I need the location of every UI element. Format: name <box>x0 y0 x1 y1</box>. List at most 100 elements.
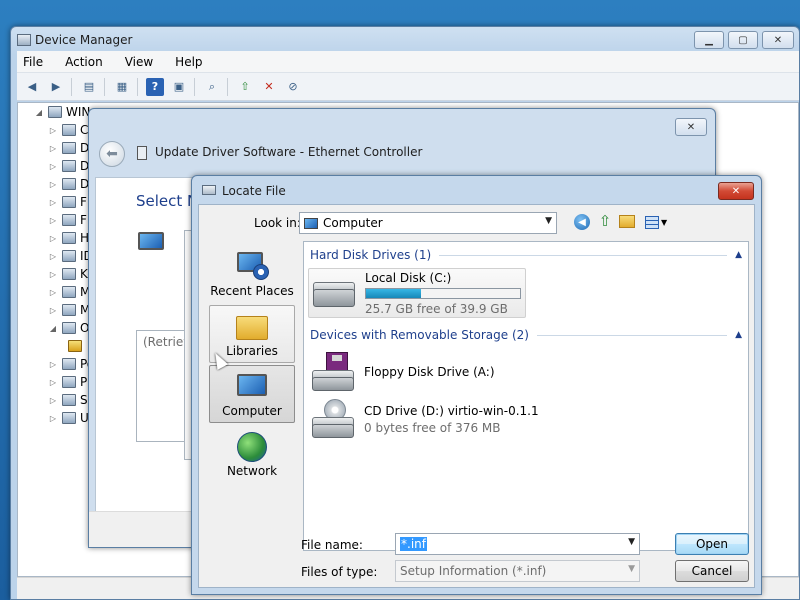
place-label: Recent Places <box>210 284 294 298</box>
expand-icon[interactable]: ▷ <box>48 162 58 171</box>
expand-icon[interactable]: ▷ <box>48 306 58 315</box>
new-folder-icon[interactable] <box>619 215 635 228</box>
tree-item[interactable]: ▷ Fl <box>48 193 90 211</box>
drive-local-disk-c[interactable]: Local Disk (C:) 25.7 GB free of 39.9 GB <box>308 268 526 318</box>
collapse-icon[interactable]: ◢ <box>48 324 58 333</box>
expand-icon[interactable]: ▷ <box>48 198 58 207</box>
drive-free-space: 0 bytes free of 376 MB <box>364 420 501 435</box>
expand-icon[interactable]: ▷ <box>48 126 58 135</box>
properties-icon[interactable]: ▦ <box>113 78 131 96</box>
file-list-pane[interactable]: Hard Disk Drives (1) ▲ Local Disk (C:) 2… <box>303 241 749 551</box>
place-label: Network <box>226 464 278 478</box>
expand-icon[interactable]: ▷ <box>48 234 58 243</box>
look-in-combo[interactable]: Computer ▼ <box>299 212 557 234</box>
forward-arrow-icon[interactable]: ▶ <box>47 78 65 96</box>
menu-bar: File Action View Help <box>17 51 799 73</box>
expand-icon[interactable]: ▷ <box>48 252 58 261</box>
look-in-value: Computer <box>323 216 383 230</box>
place-recent-places[interactable]: Recent Places <box>209 245 295 303</box>
tree-item[interactable]: ▷ ID <box>48 247 93 265</box>
file-name-value: *.inf <box>400 537 427 551</box>
chevron-down-icon: ▼ <box>545 216 552 226</box>
tree-item[interactable]: ▷ Di <box>48 139 93 157</box>
expand-icon[interactable]: ▷ <box>48 288 58 297</box>
cancel-button[interactable]: Cancel <box>675 560 749 582</box>
chevron-up-icon[interactable]: ▲ <box>735 330 742 340</box>
wizard-title: Update Driver Software - Ethernet Contro… <box>155 145 423 159</box>
expand-icon[interactable]: ▷ <box>48 414 58 423</box>
expand-icon[interactable]: ▷ <box>48 378 58 387</box>
unknown-device-warning-icon <box>68 340 82 352</box>
show-hide-console-tree-icon[interactable]: ▤ <box>80 78 98 96</box>
group-header-label: Hard Disk Drives (1) <box>310 248 432 262</box>
device-icon <box>62 124 76 136</box>
menu-view[interactable]: View <box>125 55 153 69</box>
toolbar-separator <box>137 77 138 96</box>
minimize-button[interactable]: ▁ <box>694 31 724 49</box>
locate-file-title: Locate File <box>222 184 286 198</box>
chevron-up-icon[interactable]: ▲ <box>735 250 742 260</box>
file-name-input[interactable]: *.inf ▼ <box>395 533 640 555</box>
places-bar: Recent Places Libraries Computer Network <box>203 241 295 507</box>
device-icon <box>62 214 76 226</box>
tree-item[interactable]: ▷ Mi <box>48 283 94 301</box>
expand-icon[interactable]: ▷ <box>48 396 58 405</box>
device-icon <box>62 160 76 172</box>
tree-item[interactable]: ▷ Fl <box>48 211 90 229</box>
menu-help[interactable]: Help <box>175 55 202 69</box>
scan-hardware-icon[interactable]: ⌕ <box>203 78 221 96</box>
go-back-icon[interactable]: ◀ <box>574 214 590 230</box>
place-label: Computer <box>222 404 282 418</box>
toolbar: ◀ ▶ ▤ ▦ ? ▣ ⌕ ⇧ ✕ ⊘ <box>17 73 799 101</box>
device-icon <box>62 304 76 316</box>
tree-item[interactable]: ▷ Di <box>48 157 93 175</box>
disk-capacity-bar <box>365 287 521 299</box>
toolbar-separator <box>194 77 195 96</box>
device-icon <box>62 394 76 406</box>
back-arrow-icon[interactable]: ◀ <box>23 78 41 96</box>
device-manager-title: Device Manager <box>35 33 133 47</box>
expand-icon[interactable]: ▷ <box>48 270 58 279</box>
locate-file-dialog: Locate File ✕ Look in: Computer ▼ ◀ ⇧ ▼ … <box>191 175 762 595</box>
computer-icon <box>235 370 269 402</box>
look-in-label: Look in: <box>254 216 301 230</box>
tree-root[interactable]: ◢ WIN- <box>34 103 95 121</box>
locate-file-body: Look in: Computer ▼ ◀ ⇧ ▼ Recent Places … <box>198 204 755 588</box>
hard-disk-icon <box>309 273 359 313</box>
tree-item[interactable]: ▷ Pr <box>48 373 92 391</box>
tree-item[interactable] <box>68 337 86 355</box>
device-icon <box>62 268 76 280</box>
uninstall-icon[interactable]: ✕ <box>260 78 278 96</box>
maximize-button[interactable]: ▢ <box>728 31 758 49</box>
wizard-close-button[interactable]: ✕ <box>675 118 707 136</box>
chevron-down-icon[interactable]: ▼ <box>628 537 635 547</box>
place-network[interactable]: Network <box>209 425 295 483</box>
view-menu-icon[interactable]: ▼ <box>645 214 671 230</box>
locate-file-close-button[interactable]: ✕ <box>718 182 754 200</box>
up-one-level-icon[interactable]: ⇧ <box>597 213 613 230</box>
expand-icon[interactable]: ▷ <box>48 360 58 369</box>
open-button[interactable]: Open <box>675 533 749 555</box>
group-header-hdd[interactable]: Hard Disk Drives (1) ▲ <box>310 246 742 264</box>
device-icon <box>62 196 76 208</box>
action-pane-icon[interactable]: ▣ <box>170 78 188 96</box>
drive-floppy-a[interactable]: Floppy Disk Drive (A:) <box>308 347 526 397</box>
menu-file[interactable]: File <box>23 55 43 69</box>
expand-icon[interactable]: ▷ <box>48 216 58 225</box>
collapse-icon[interactable]: ◢ <box>34 108 44 117</box>
update-driver-icon[interactable]: ⇧ <box>236 78 254 96</box>
group-header-removable[interactable]: Devices with Removable Storage (2) ▲ <box>310 326 742 344</box>
wizard-back-button[interactable]: ⬅ <box>99 141 125 167</box>
chevron-down-icon: ▼ <box>661 217 668 227</box>
menu-action[interactable]: Action <box>65 55 103 69</box>
place-computer[interactable]: Computer <box>209 365 295 423</box>
expand-icon[interactable]: ▷ <box>48 144 58 153</box>
expand-icon[interactable]: ▷ <box>48 180 58 189</box>
files-of-type-select[interactable]: Setup Information (*.inf) ▼ <box>395 560 640 582</box>
disable-device-icon[interactable]: ⊘ <box>284 78 302 96</box>
close-button[interactable]: ✕ <box>762 31 794 49</box>
drive-cd-d[interactable]: CD Drive (D:) virtio-win-0.1.1 0 bytes f… <box>308 394 608 444</box>
device-icon <box>62 358 76 370</box>
help-icon[interactable]: ? <box>146 77 164 96</box>
device-icon <box>62 412 76 424</box>
